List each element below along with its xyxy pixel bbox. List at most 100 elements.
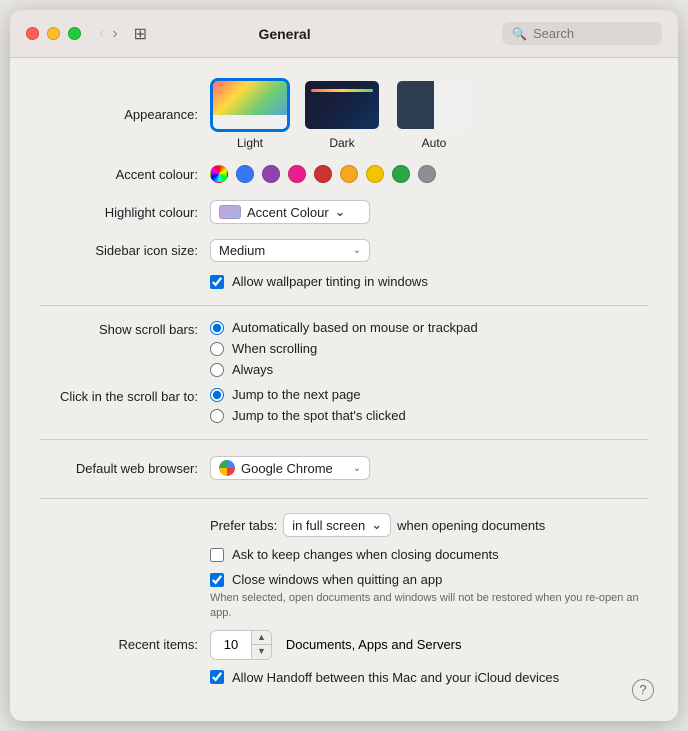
highlight-chevron-icon: ⌄ <box>335 204 346 220</box>
scroll-auto-radio[interactable] <box>210 321 224 335</box>
browser-value: Google Chrome <box>241 461 333 476</box>
scroll-auto-row: Automatically based on mouse or trackpad <box>210 320 478 335</box>
prefer-tabs-value: in full screen <box>292 518 365 533</box>
accent-graphite[interactable] <box>418 165 436 183</box>
prefer-tabs-suffix: when opening documents <box>397 518 545 533</box>
wallpaper-tinting-label: Allow wallpaper tinting in windows <box>232 274 428 289</box>
appearance-row: Appearance: Light Dark <box>40 78 648 150</box>
prefer-tabs-row: Prefer tabs: in full screen ⌄ when openi… <box>210 513 648 537</box>
accent-green[interactable] <box>392 165 410 183</box>
appearance-auto[interactable]: Auto <box>394 78 474 150</box>
sidebar-icon-size-row: Sidebar icon size: Medium ⌄ <box>40 236 648 264</box>
accent-colors <box>210 165 436 183</box>
browser-select[interactable]: Google Chrome ⌄ <box>210 456 370 480</box>
wallpaper-tinting-checkbox[interactable] <box>210 275 224 289</box>
appearance-light[interactable]: Light <box>210 78 290 150</box>
click-scroll-label: Click in the scroll bar to: <box>40 387 210 404</box>
accent-colour-label: Accent colour: <box>40 167 210 182</box>
highlight-colour-value: Accent Colour <box>247 205 329 220</box>
accent-purple[interactable] <box>262 165 280 183</box>
click-spot-row: Jump to the spot that's clicked <box>210 408 406 423</box>
auto-label: Auto <box>422 136 447 150</box>
click-next-page-row: Jump to the next page <box>210 387 406 402</box>
highlight-colour-select[interactable]: Accent Colour ⌄ <box>210 200 370 224</box>
scroll-scrolling-row: When scrolling <box>210 341 478 356</box>
recent-items-value: 10 <box>211 634 251 655</box>
accent-orange[interactable] <box>340 165 358 183</box>
light-label: Light <box>237 136 263 150</box>
browser-label: Default web browser: <box>40 461 210 476</box>
help-button[interactable]: ? <box>632 679 654 701</box>
sidebar-icon-size-select[interactable]: Medium ⌄ <box>210 239 370 262</box>
wallpaper-tinting-row: Allow wallpaper tinting in windows <box>210 274 648 289</box>
sidebar-icon-size-value: Medium <box>219 243 265 258</box>
appearance-dark[interactable]: Dark <box>302 78 382 150</box>
recent-items-label: Recent items: <box>40 637 210 652</box>
handoff-label: Allow Handoff between this Mac and your … <box>232 670 559 685</box>
close-windows-checkbox[interactable] <box>210 573 224 587</box>
search-bar[interactable]: 🔍 <box>502 22 662 45</box>
handoff-checkbox[interactable] <box>210 670 224 684</box>
close-button[interactable] <box>26 27 39 40</box>
recent-items-stepper[interactable]: 10 ▲ ▼ <box>210 630 272 660</box>
highlight-colour-row: Highlight colour: Accent Colour ⌄ <box>40 198 648 226</box>
recent-items-suffix: Documents, Apps and Servers <box>286 637 462 652</box>
tabs-section: Prefer tabs: in full screen ⌄ when openi… <box>40 513 648 685</box>
scroll-always-row: Always <box>210 362 478 377</box>
divider-3 <box>40 498 648 499</box>
keep-changes-checkbox[interactable] <box>210 548 224 562</box>
close-windows-row: Close windows when quitting an app <box>210 572 648 587</box>
scroll-bars-label: Show scroll bars: <box>40 320 210 337</box>
appearance-label: Appearance: <box>40 107 210 122</box>
close-windows-label: Close windows when quitting an app <box>232 572 442 587</box>
click-scroll-options: Jump to the next page Jump to the spot t… <box>210 387 406 423</box>
click-scroll-row: Click in the scroll bar to: Jump to the … <box>40 387 648 423</box>
appearance-options: Light Dark Auto <box>210 78 474 150</box>
scroll-scrolling-label: When scrolling <box>232 341 317 356</box>
click-spot-radio[interactable] <box>210 409 224 423</box>
minimize-button[interactable] <box>47 27 60 40</box>
scroll-always-label: Always <box>232 362 273 377</box>
stepper-arrows: ▲ ▼ <box>251 631 271 659</box>
browser-chevron-icon: ⌄ <box>353 463 361 474</box>
click-spot-label: Jump to the spot that's clicked <box>232 408 406 423</box>
chrome-icon <box>219 460 235 476</box>
recent-items-row: Recent items: 10 ▲ ▼ Documents, Apps and… <box>40 630 648 660</box>
accent-colour-row: Accent colour: <box>40 160 648 188</box>
accent-blue[interactable] <box>236 165 254 183</box>
scroll-bars-options: Automatically based on mouse or trackpad… <box>210 320 478 377</box>
window-title: General <box>79 26 490 42</box>
keep-changes-label: Ask to keep changes when closing documen… <box>232 547 499 562</box>
scroll-bars-section: Show scroll bars: Automatically based on… <box>40 320 648 423</box>
accent-red[interactable] <box>314 165 332 183</box>
prefer-tabs-prefix: Prefer tabs: <box>210 518 277 533</box>
auto-thumbnail <box>394 78 474 132</box>
click-next-page-label: Jump to the next page <box>232 387 361 402</box>
stepper-down-button[interactable]: ▼ <box>252 645 271 659</box>
sidebar-icon-size-label: Sidebar icon size: <box>40 243 210 258</box>
scroll-scrolling-radio[interactable] <box>210 342 224 356</box>
click-next-page-radio[interactable] <box>210 388 224 402</box>
handoff-row: Allow Handoff between this Mac and your … <box>210 670 648 685</box>
dark-thumbnail <box>302 78 382 132</box>
accent-multicolor[interactable] <box>210 165 228 183</box>
traffic-lights <box>26 27 81 40</box>
light-thumbnail <box>210 78 290 132</box>
prefer-tabs-chevron-icon: ⌄ <box>371 517 382 533</box>
search-input[interactable] <box>533 26 652 41</box>
scroll-always-radio[interactable] <box>210 363 224 377</box>
highlight-swatch <box>219 205 241 219</box>
scroll-bars-row: Show scroll bars: Automatically based on… <box>40 320 648 377</box>
accent-yellow[interactable] <box>366 165 384 183</box>
prefer-tabs-select[interactable]: in full screen ⌄ <box>283 513 391 537</box>
appearance-section: Appearance: Light Dark <box>40 78 648 289</box>
stepper-up-button[interactable]: ▲ <box>252 631 271 646</box>
browser-section: Default web browser: Google Chrome ⌄ <box>40 454 648 482</box>
accent-pink[interactable] <box>288 165 306 183</box>
recent-items-controls: 10 ▲ ▼ Documents, Apps and Servers <box>210 630 462 660</box>
keep-changes-row: Ask to keep changes when closing documen… <box>210 547 648 562</box>
search-icon: 🔍 <box>512 27 527 41</box>
sidebar-size-chevron-icon: ⌄ <box>353 245 361 256</box>
settings-content: Appearance: Light Dark <box>10 58 678 721</box>
dark-label: Dark <box>329 136 354 150</box>
